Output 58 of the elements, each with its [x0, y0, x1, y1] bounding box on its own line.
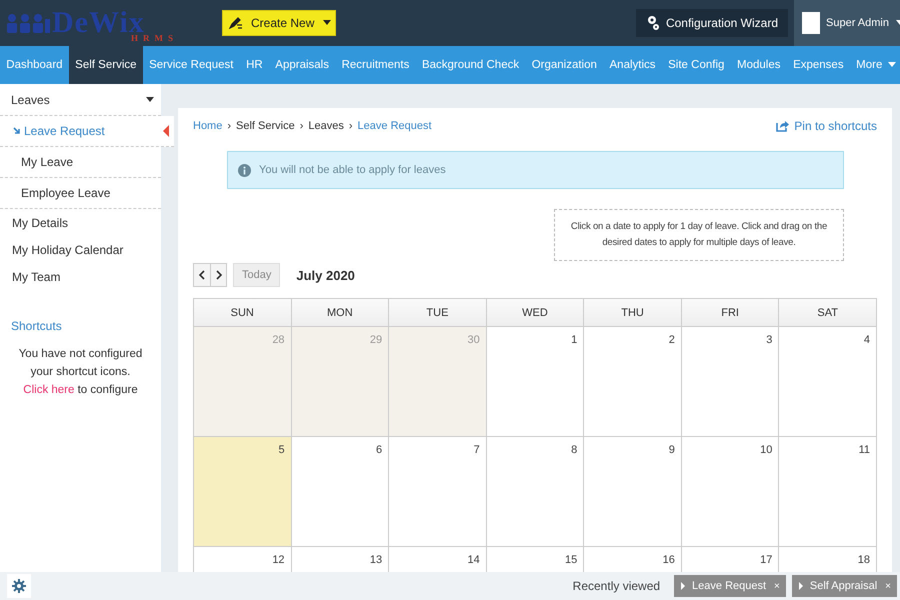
day-cell[interactable]: 11 [779, 437, 877, 547]
day-cell[interactable]: 1 [486, 327, 584, 437]
breadcrumb-separator: › [300, 120, 304, 132]
weekday-header: TUE [389, 298, 487, 327]
sidebar-link[interactable]: My Details [0, 209, 161, 236]
alert-text: You will not be able to apply for leaves [259, 164, 446, 176]
day-cell[interactable]: 3 [682, 327, 780, 437]
gears-icon [646, 14, 660, 32]
day-cell[interactable]: 9 [584, 437, 682, 547]
weekday-header: THU [584, 298, 682, 327]
chevron-right-icon [214, 270, 222, 280]
day-cell[interactable]: 4 [779, 327, 877, 437]
pin-to-shortcuts-link[interactable]: Pin to shortcuts [776, 119, 877, 133]
sidebar-item[interactable]: Leave Request [0, 116, 174, 147]
day-cell[interactable]: 8 [486, 437, 584, 547]
chevron-left-icon [198, 270, 206, 280]
user-menu[interactable]: Super Admin [794, 0, 900, 46]
shortcuts-heading: Shortcuts [10, 318, 63, 333]
breadcrumb-item[interactable]: Home [193, 120, 222, 132]
breadcrumb-item: Leaves [308, 120, 344, 132]
triangle-icon [680, 582, 686, 590]
sidebar-link[interactable]: My Team [0, 263, 161, 290]
configure-link[interactable]: Click here [23, 384, 74, 396]
breadcrumb-separator: › [348, 120, 353, 132]
weekday-header: MON [292, 298, 390, 327]
pencil-icon [229, 17, 243, 29]
sidebar-link[interactable]: My Holiday Calendar [0, 236, 161, 263]
sidebar-item[interactable]: My Leave [0, 147, 161, 178]
day-cell[interactable]: 7 [389, 437, 487, 547]
hint-box: Click on a date to apply for 1 day of leave. Click and drag on the desired dates to apply for multiple days of leave. [554, 209, 844, 261]
configuration-wizard-button[interactable]: Configuration Wizard [636, 9, 788, 37]
sidebar-item[interactable]: Employee Leave [0, 178, 161, 209]
weekday-header: FRI [682, 298, 780, 327]
create-new-button[interactable]: Create New [222, 10, 336, 36]
breadcrumb-separator: › [227, 120, 232, 132]
info-icon [238, 164, 251, 176]
breadcrumb-item: Self Service [236, 120, 295, 132]
weekday-header: WED [486, 298, 584, 327]
settings-icon [12, 579, 26, 593]
breadcrumb-item[interactable]: Leave Request [358, 120, 432, 132]
shortcuts-message: You have not configured your shortcut icons. Click here to configure [18, 347, 144, 398]
pointer-icon [163, 125, 169, 137]
avatar-icon [802, 12, 820, 34]
day-cell[interactable]: 2 [584, 327, 682, 437]
settings-button[interactable] [7, 574, 31, 598]
caret-icon [145, 94, 155, 104]
month-title: July 2020 [296, 268, 355, 282]
share-icon [776, 120, 790, 132]
day-cell[interactable]: 10 [682, 437, 780, 547]
triangle-icon [798, 582, 804, 590]
day-cell[interactable]: 5 [194, 437, 292, 547]
arrow-icon [13, 127, 21, 135]
weekday-header: SUN [194, 298, 292, 327]
people-icon [6, 13, 50, 33]
weekday-header: SAT [779, 298, 877, 327]
day-cell[interactable]: 6 [292, 437, 390, 547]
nav-tab[interactable]: Self Service [68, 46, 143, 84]
recently-viewed-label: Recently viewed [572, 579, 660, 593]
